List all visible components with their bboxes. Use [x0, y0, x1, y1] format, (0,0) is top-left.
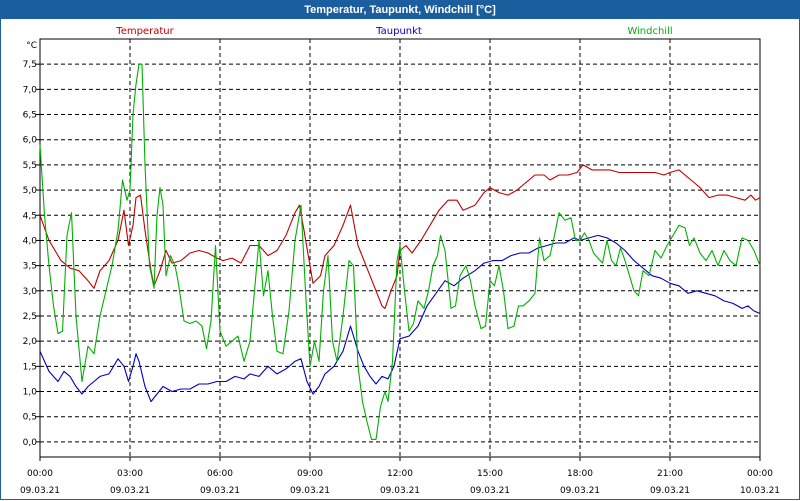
y-tick-label: 4,5 [23, 211, 37, 221]
y-tick-label: 4,0 [23, 236, 38, 246]
x-tick-labels: 00:00 09.03.21 03:00 09.03.21 06:00 09.03.21 0… [20, 469, 780, 496]
y-tick-label: 3,5 [23, 262, 37, 272]
x-tick-date: 09.03.21 [110, 486, 150, 496]
x-tick-time: 00:00 [747, 469, 773, 479]
y-tick-label: 5,5 [23, 161, 37, 171]
line-chart: 0,0 0,5 1,0 1,5 2,0 2,5 3,0 3,5 4,0 4,5 5,0 5,5 6,0 6… [20, 26, 780, 496]
x-tick-time: 18:00 [567, 469, 593, 479]
x-tick-date: 09.03.21 [200, 486, 240, 496]
x-tick-date: 09.03.21 [560, 486, 600, 496]
legend-temperatur: Temperatur [115, 26, 174, 37]
x-tick-time: 12:00 [387, 469, 413, 479]
y-tick-label: 6,5 [23, 111, 37, 121]
x-tick-time: 15:00 [477, 469, 503, 479]
x-tick-time: 00:00 [27, 469, 53, 479]
legend-windchill: Windchill [627, 26, 672, 37]
y-axis-label: °C [26, 41, 37, 51]
legend-taupunkt: Taupunkt [375, 26, 422, 37]
y-tick-labels: 0,0 0,5 1,0 1,5 2,0 2,5 3,0 3,5 4,0 4,5 5,0 5,5 6,0 6… [23, 41, 38, 448]
x-tick-time: 09:00 [297, 469, 323, 479]
x-tick-date: 09.03.21 [650, 486, 690, 496]
x-tick-time: 06:00 [207, 469, 233, 479]
axes [36, 38, 761, 461]
chart-window: Temperatur, Taupunkt, Windchill [°C] 0,0… [0, 0, 800, 500]
x-tick-time: 21:00 [657, 469, 683, 479]
x-tick-time: 03:00 [117, 469, 143, 479]
y-tick-label: 3,0 [23, 287, 38, 297]
y-tick-label: 5,0 [23, 186, 38, 196]
y-tick-label: 2,0 [23, 337, 38, 347]
x-tick-date: 09.03.21 [470, 486, 510, 496]
y-tick-label: 1,0 [23, 388, 38, 398]
x-tick-date: 09.03.21 [20, 486, 60, 496]
x-tick-date: 09.03.21 [290, 486, 330, 496]
y-tick-label: 1,5 [23, 362, 37, 372]
y-tick-label: 7,0 [23, 85, 38, 95]
y-tick-label: 2,5 [23, 312, 37, 322]
x-tick-date: 10.03.21 [740, 486, 780, 496]
y-tick-label: 0,5 [23, 413, 37, 423]
legend: Temperatur Taupunkt Windchill [115, 26, 672, 37]
y-tick-label: 6,0 [23, 136, 38, 146]
y-tick-label: 0,0 [23, 438, 38, 448]
y-tick-label: 7,5 [23, 60, 37, 70]
x-tick-date: 09.03.21 [380, 486, 420, 496]
